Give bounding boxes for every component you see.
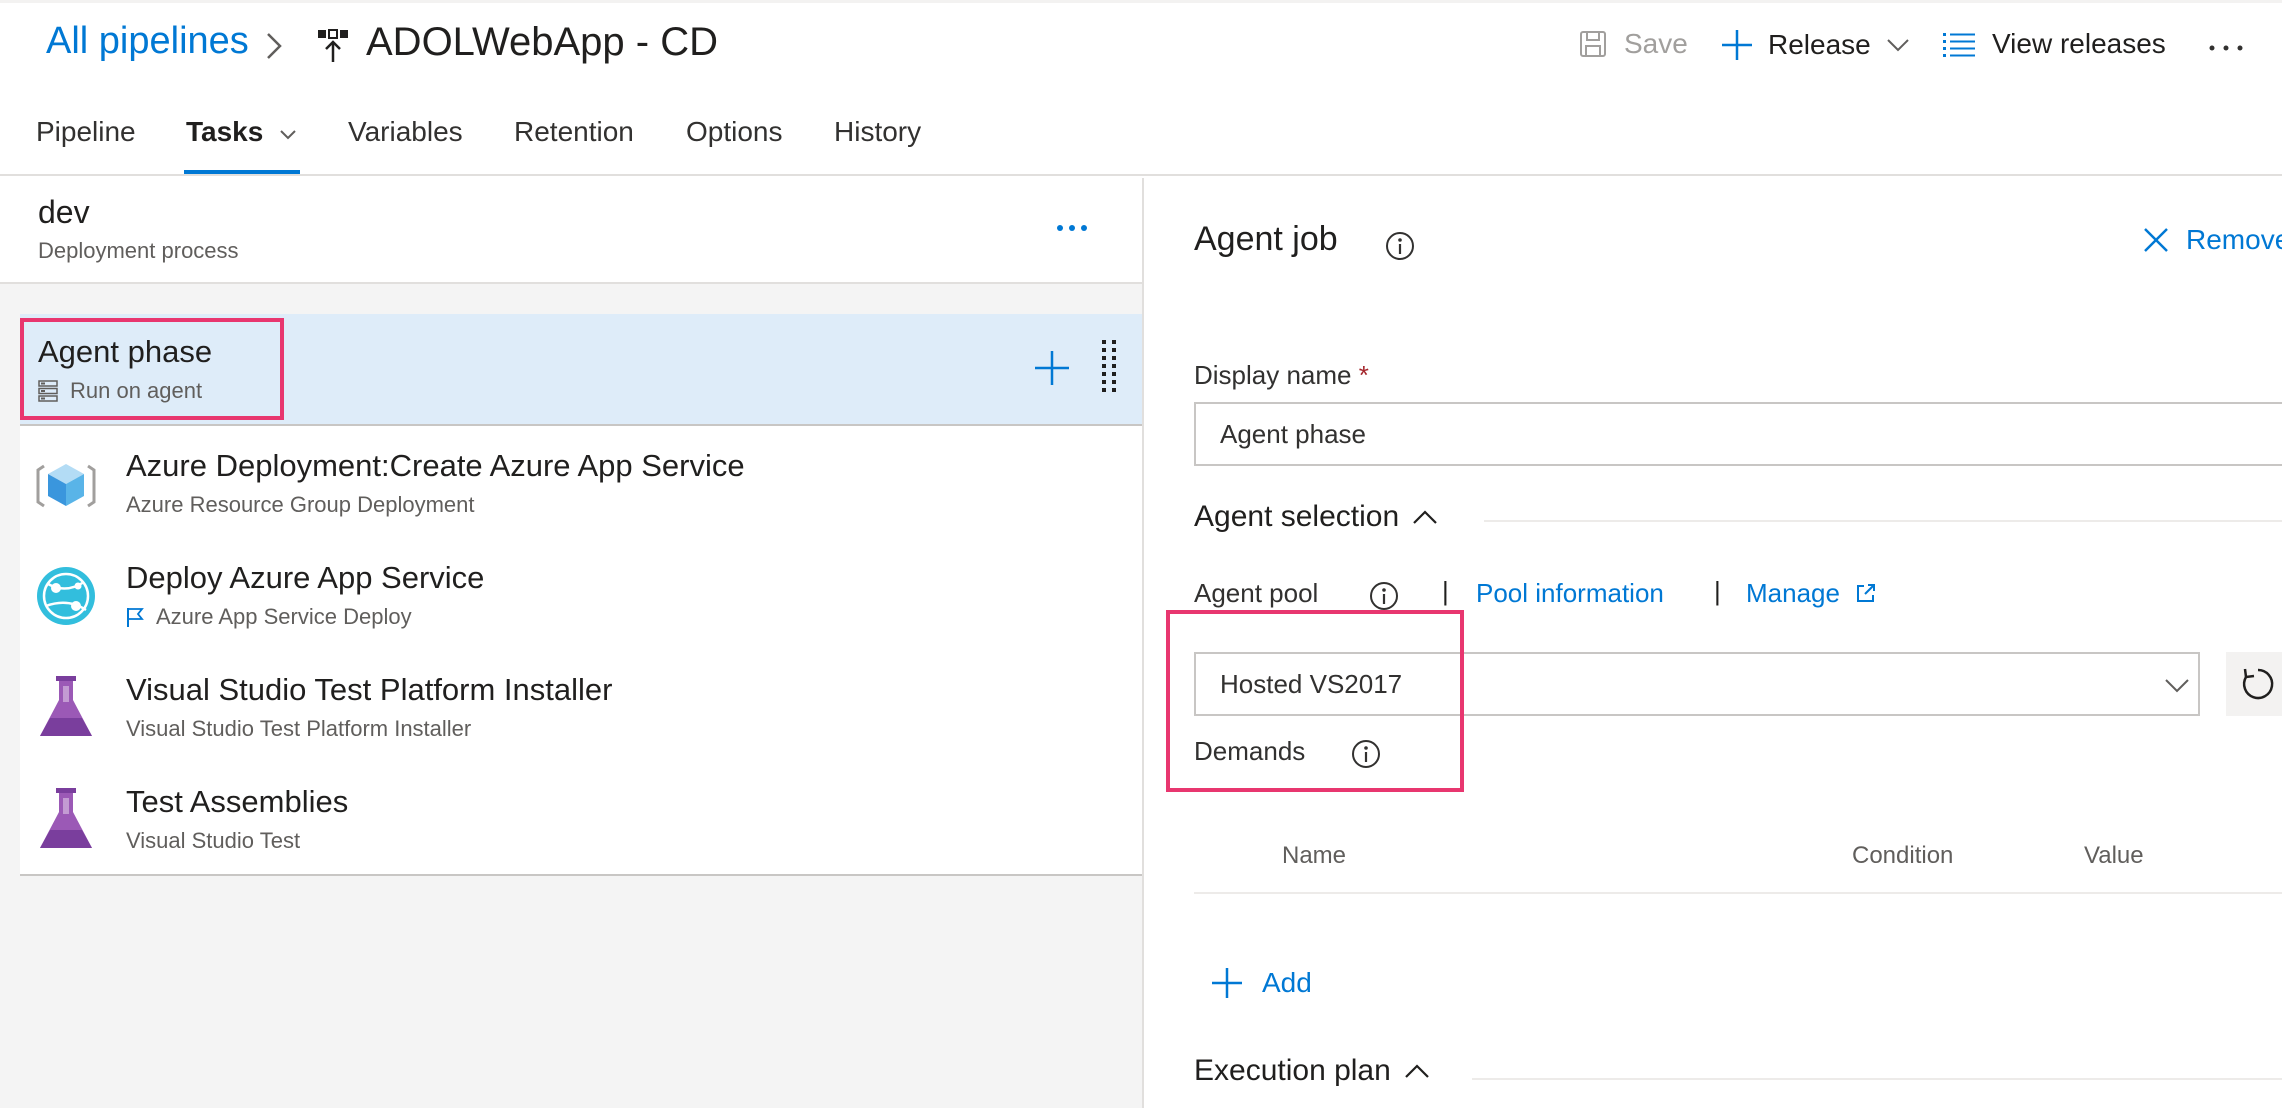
agent-selection-header[interactable]: Agent selection	[1194, 500, 1439, 534]
demands-divider	[1194, 892, 2282, 894]
task-subtitle: Visual Studio Test	[126, 828, 301, 853]
flask-icon	[40, 676, 92, 736]
chevron-down-icon	[1887, 39, 1909, 52]
separator: |	[1714, 576, 1721, 606]
top-border	[0, 0, 2282, 3]
flask-icon	[40, 788, 92, 848]
add-task-icon[interactable]	[1032, 348, 1072, 388]
manage-label: Manage	[1746, 578, 1840, 608]
task-list: Agent phase Run on agent Azure Deploymen…	[20, 314, 1142, 876]
tab-tasks-label: Tasks	[186, 116, 264, 147]
tab-tasks[interactable]: Tasks	[186, 116, 299, 148]
view-releases-label: View releases	[1992, 28, 2166, 59]
display-name-label: Display name *	[1194, 360, 1369, 391]
task-row-azure-deployment[interactable]: Azure Deployment:Create Azure App Servic…	[20, 428, 1142, 540]
breadcrumb-all-pipelines[interactable]: All pipelines	[46, 20, 249, 63]
add-label: Add	[1262, 967, 1312, 998]
task-name: Azure Deployment:Create Azure App Servic…	[126, 448, 745, 483]
active-tab-indicator	[184, 170, 300, 174]
tab-retention[interactable]: Retention	[514, 116, 634, 148]
task-name: Deploy Azure App Service	[126, 560, 485, 595]
task-subtitle: Azure Resource Group Deployment	[126, 492, 475, 517]
list-icon	[1943, 33, 1975, 57]
plus-icon	[1212, 968, 1242, 998]
refresh-icon	[2242, 668, 2274, 700]
phase-highlight-box	[20, 318, 284, 420]
execution-plan-label: Execution plan	[1194, 1054, 1391, 1087]
agent-job-details: Agent job Remove Display name * Agent ph…	[1144, 178, 2282, 1108]
tab-pipeline[interactable]: Pipeline	[36, 116, 136, 148]
chevron-up-icon	[1405, 1064, 1429, 1078]
required-mark: *	[1358, 360, 1369, 390]
page-header: All pipelines ADOLWebApp - CD Save Relea…	[0, 0, 2282, 176]
task-row-vstest-installer[interactable]: Visual Studio Test Platform Installer Vi…	[20, 652, 1142, 764]
task-subtitle: Azure App Service Deploy	[126, 604, 412, 630]
agent-pool-highlight-box	[1166, 610, 1464, 792]
task-row-test-assemblies[interactable]: Test Assemblies Visual Studio Test	[20, 764, 1142, 876]
info-icon[interactable]	[1368, 580, 1400, 612]
external-link-icon	[1857, 584, 1876, 603]
tab-options[interactable]: Options	[686, 116, 783, 148]
stage-name: dev	[38, 194, 90, 230]
execution-plan-header[interactable]: Execution plan	[1194, 1054, 1431, 1088]
details-title: Agent job	[1194, 220, 1338, 258]
tab-history[interactable]: History	[834, 116, 921, 148]
azure-resource-group-icon	[36, 464, 96, 508]
display-name-label-text: Display name	[1194, 360, 1352, 390]
pool-information-link[interactable]: Pool information	[1476, 578, 1664, 609]
add-demand-button[interactable]: Add	[1210, 966, 1312, 1000]
task-subtitle: Visual Studio Test Platform Installer	[126, 716, 472, 741]
agent-phase-row[interactable]: Agent phase Run on agent	[20, 314, 1142, 426]
task-row-deploy-app-service[interactable]: Deploy Azure App Service Azure App Servi…	[20, 540, 1142, 652]
azure-app-service-icon	[37, 567, 95, 625]
release-button[interactable]: Release	[1720, 28, 1911, 62]
agent-pool-label: Agent pool	[1194, 578, 1319, 608]
display-name-input[interactable]: Agent phase	[1194, 402, 2282, 466]
chevron-down-icon	[2165, 679, 2189, 693]
release-pipeline-icon	[318, 29, 348, 62]
info-icon[interactable]	[1384, 230, 1416, 262]
task-name: Test Assemblies	[126, 784, 349, 819]
remove-label: Remove	[2186, 224, 2282, 255]
section-divider	[1472, 1078, 2282, 1080]
remove-button[interactable]: Remove	[2142, 224, 2282, 256]
pipeline-title: ADOLWebApp - CD	[366, 20, 718, 64]
chevron-right-icon	[267, 33, 282, 59]
stage-subtitle: Deployment process	[38, 238, 239, 263]
more-options-icon[interactable]	[2204, 24, 2248, 68]
save-button[interactable]: Save	[1578, 28, 1688, 60]
stage-header[interactable]: dev Deployment process	[0, 178, 1142, 284]
plus-icon	[1722, 30, 1752, 60]
save-icon	[1580, 31, 1606, 57]
chevron-down-icon	[280, 129, 296, 140]
column-header-value: Value	[2084, 842, 2144, 869]
close-icon	[2144, 228, 2168, 252]
drag-handle-icon[interactable]	[1098, 338, 1122, 398]
save-label: Save	[1624, 28, 1688, 59]
section-divider	[1484, 520, 2282, 522]
separator: |	[1442, 576, 1449, 606]
flag-icon	[127, 608, 144, 627]
task-subtitle-text: Azure App Service Deploy	[156, 604, 412, 629]
column-header-condition: Condition	[1852, 842, 1954, 869]
stage-more-icon[interactable]	[1054, 218, 1090, 238]
view-releases-button[interactable]: View releases	[1942, 28, 2166, 60]
release-label: Release	[1768, 29, 1871, 60]
task-name: Visual Studio Test Platform Installer	[126, 672, 613, 707]
chevron-up-icon	[1413, 510, 1437, 524]
tab-variables[interactable]: Variables	[348, 116, 463, 148]
refresh-button[interactable]	[2226, 652, 2282, 716]
agent-selection-label: Agent selection	[1194, 500, 1400, 533]
column-header-name: Name	[1282, 842, 1347, 869]
task-panel: dev Deployment process Agent phase Run o…	[0, 178, 1142, 1108]
manage-link[interactable]: Manage	[1746, 578, 1877, 609]
